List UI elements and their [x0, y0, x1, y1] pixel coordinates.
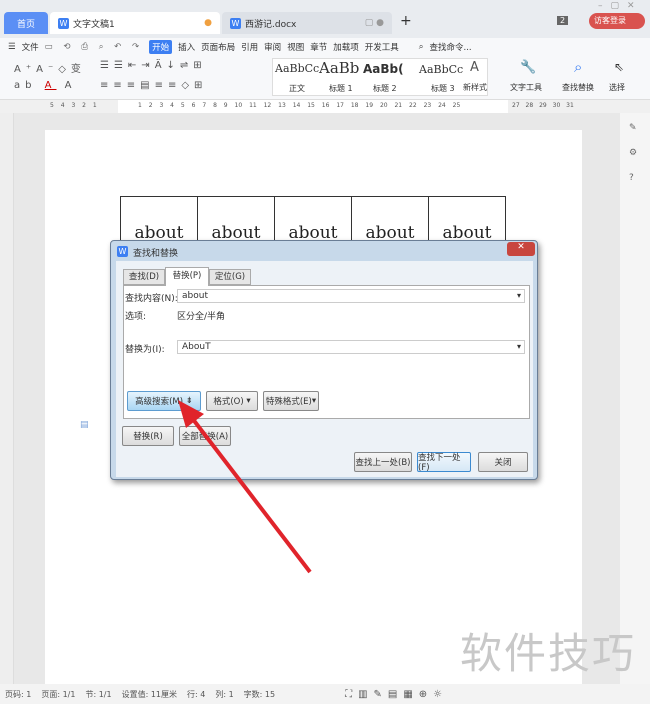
- style-heading2[interactable]: 标题 2: [373, 83, 397, 94]
- style-heading3[interactable]: 标题 3: [431, 83, 455, 94]
- text-tools-button[interactable]: 文字工具: [510, 82, 542, 93]
- menu-icon[interactable]: ☰: [8, 42, 16, 52]
- tab-label: 文字文稿1: [73, 19, 115, 30]
- status-setting: 设置值: 11厘米: [121, 689, 177, 699]
- style-gallery[interactable]: AaBbCc 正文 AaBb 标题 1 AaBb( 标题 2 AaBbCc 标题…: [272, 58, 488, 96]
- select-button[interactable]: 选择: [609, 82, 625, 93]
- quick-access-icons[interactable]: ▭ ⟲ ⎙ ⌕ ↶ ↷: [45, 42, 143, 52]
- unsaved-dot-icon: ●: [204, 18, 212, 28]
- new-style-icon: A: [470, 60, 479, 75]
- ruler-main: 1 2 3 4 5 6 7 8 9 10 11 12 13 14 15 16 1…: [138, 102, 461, 109]
- ruler-left: 5 4 3 2 1: [50, 102, 97, 109]
- magnifier-icon: ⌕: [574, 58, 583, 76]
- find-previous-button[interactable]: 查找上一处(B): [354, 452, 412, 472]
- status-bar: 页码: 1 页面: 1/1 节: 1/1 设置值: 11厘米 行: 4 列: 1…: [0, 684, 650, 704]
- find-input[interactable]: about: [177, 289, 525, 303]
- align-tools[interactable]: ≡≡≡▤≡≡◇⊞: [100, 80, 207, 91]
- right-sidebar: ✎ ⚙ ?: [620, 113, 650, 684]
- new-tab-icon[interactable]: +: [400, 13, 412, 29]
- wps-doc-icon: W: [58, 17, 69, 29]
- status-page-number: 页码: 1: [5, 689, 32, 699]
- font-color-tools[interactable]: ab A A: [14, 80, 77, 91]
- tab-doc1[interactable]: W 文字文稿1 ●: [50, 12, 220, 34]
- status-row: 行: 4: [187, 689, 206, 699]
- style-preview: AaBbCc: [419, 63, 464, 76]
- search-icon: ⌕: [418, 42, 424, 52]
- tab-home[interactable]: 首页: [4, 12, 48, 34]
- button-label: 特殊格式(E): [265, 397, 312, 407]
- help-icon[interactable]: ?: [629, 173, 634, 183]
- find-label: 查找内容(N):: [125, 294, 178, 304]
- style-preview: AaBb(: [363, 62, 404, 76]
- tab-find[interactable]: 查找(D): [123, 269, 165, 285]
- menu-chapter[interactable]: 章节: [310, 41, 327, 53]
- status-column: 列: 1: [215, 689, 234, 699]
- dialog-close-icon[interactable]: ✕: [507, 242, 535, 256]
- menu-layout[interactable]: 页面布局: [201, 41, 235, 53]
- tab-doc2[interactable]: W 西游记.docx ▢ ●: [222, 12, 392, 34]
- menu-start[interactable]: 开始: [149, 40, 173, 54]
- menu-row: ☰ 文件 ▭ ⟲ ⎙ ⌕ ↶ ↷ 开始 插入 页面布局 引用 审阅 视图 章节 加…: [0, 38, 650, 56]
- window-controls[interactable]: –▢✕: [598, 1, 643, 11]
- menu-developer[interactable]: 开发工具: [365, 41, 399, 53]
- settings-icon[interactable]: ⚙: [629, 148, 637, 158]
- count-badge: 2: [557, 16, 569, 25]
- menu-addons[interactable]: 加载项: [333, 41, 359, 53]
- tab-bar: 首页 W 文字文稿1 ● W 西游记.docx ▢ ● + 2 访客登录 –▢✕: [0, 0, 650, 38]
- button-label: 格式(O): [213, 397, 244, 407]
- button-label: 高级搜索(M): [135, 397, 184, 407]
- pen-icon[interactable]: ✎: [629, 123, 637, 133]
- advanced-search-button[interactable]: 高级搜索(M) ⇟: [127, 391, 201, 411]
- style-preview: AaBb: [319, 59, 360, 77]
- replace-button[interactable]: 替换(R): [122, 426, 174, 446]
- new-style-button[interactable]: 新样式: [463, 82, 487, 93]
- style-normal[interactable]: 正文: [289, 83, 305, 94]
- status-section: 节: 1/1: [85, 689, 112, 699]
- menu-view[interactable]: 视图: [287, 41, 304, 53]
- vertical-ruler[interactable]: [0, 113, 14, 684]
- view-mode-icons[interactable]: ⛶▥✎▤▦⊕☼: [345, 689, 448, 700]
- watermark: 软件技巧: [460, 629, 637, 678]
- wps-doc-icon: W: [230, 17, 241, 29]
- horizontal-ruler[interactable]: 5 4 3 2 1 1 2 3 4 5 6 7 8 9 10 11 12 13 …: [0, 100, 650, 113]
- find-replace-button[interactable]: 查找替换: [562, 82, 594, 93]
- menu-reference[interactable]: 引用: [241, 41, 258, 53]
- cursor-icon: ⇖: [614, 60, 625, 74]
- format-button[interactable]: 格式(O) ▾: [206, 391, 258, 411]
- style-preview: AaBbCc: [275, 62, 320, 75]
- command-search[interactable]: 查找命令...: [430, 41, 472, 53]
- find-next-button[interactable]: 查找下一处(F): [417, 452, 471, 473]
- paragraph-tools[interactable]: ☰☰⇤⇥Ä↓⇌⊞: [100, 60, 207, 71]
- login-button[interactable]: 访客登录: [589, 13, 645, 29]
- wrench-icon: 🔧: [520, 60, 537, 75]
- doc-icon[interactable]: ▤: [80, 420, 89, 430]
- tab-replace[interactable]: 替换(P): [165, 267, 209, 286]
- menu-review[interactable]: 审阅: [264, 41, 281, 53]
- style-heading1[interactable]: 标题 1: [329, 83, 353, 94]
- ribbon: A⁺A⁻◇变 ab A A ☰☰⇤⇥Ä↓⇌⊞ ≡≡≡▤≡≡◇⊞ AaBbCc 正…: [0, 56, 650, 100]
- menu-file[interactable]: 文件: [22, 41, 39, 53]
- replace-label: 替换为(I):: [125, 345, 165, 355]
- close-button[interactable]: 关闭: [478, 452, 528, 472]
- close-icon[interactable]: ▢ ●: [365, 18, 384, 28]
- tab-label: 西游记.docx: [245, 19, 297, 30]
- font-tools[interactable]: A⁺A⁻◇变: [14, 60, 86, 75]
- status-word-count: 字数: 15: [243, 689, 276, 699]
- options-label: 选项:: [125, 312, 147, 322]
- ruler-right: 27 28 29 30 31: [512, 102, 574, 109]
- wps-icon: W: [117, 246, 128, 257]
- options-value: 区分全/半角: [177, 312, 226, 322]
- menu-insert[interactable]: 插入: [178, 41, 195, 53]
- dialog-title: 查找和替换: [133, 249, 179, 259]
- status-pages: 页面: 1/1: [41, 689, 76, 699]
- tab-goto[interactable]: 定位(G): [209, 269, 251, 285]
- find-replace-dialog: W 查找和替换 ✕ 查找(D) 替换(P) 定位(G) 查找内容(N): abo…: [110, 240, 538, 480]
- replace-input[interactable]: AbouT: [177, 340, 525, 354]
- replace-all-button[interactable]: 全部替换(A): [179, 426, 231, 446]
- special-format-button[interactable]: 特殊格式(E) ▾: [263, 391, 319, 411]
